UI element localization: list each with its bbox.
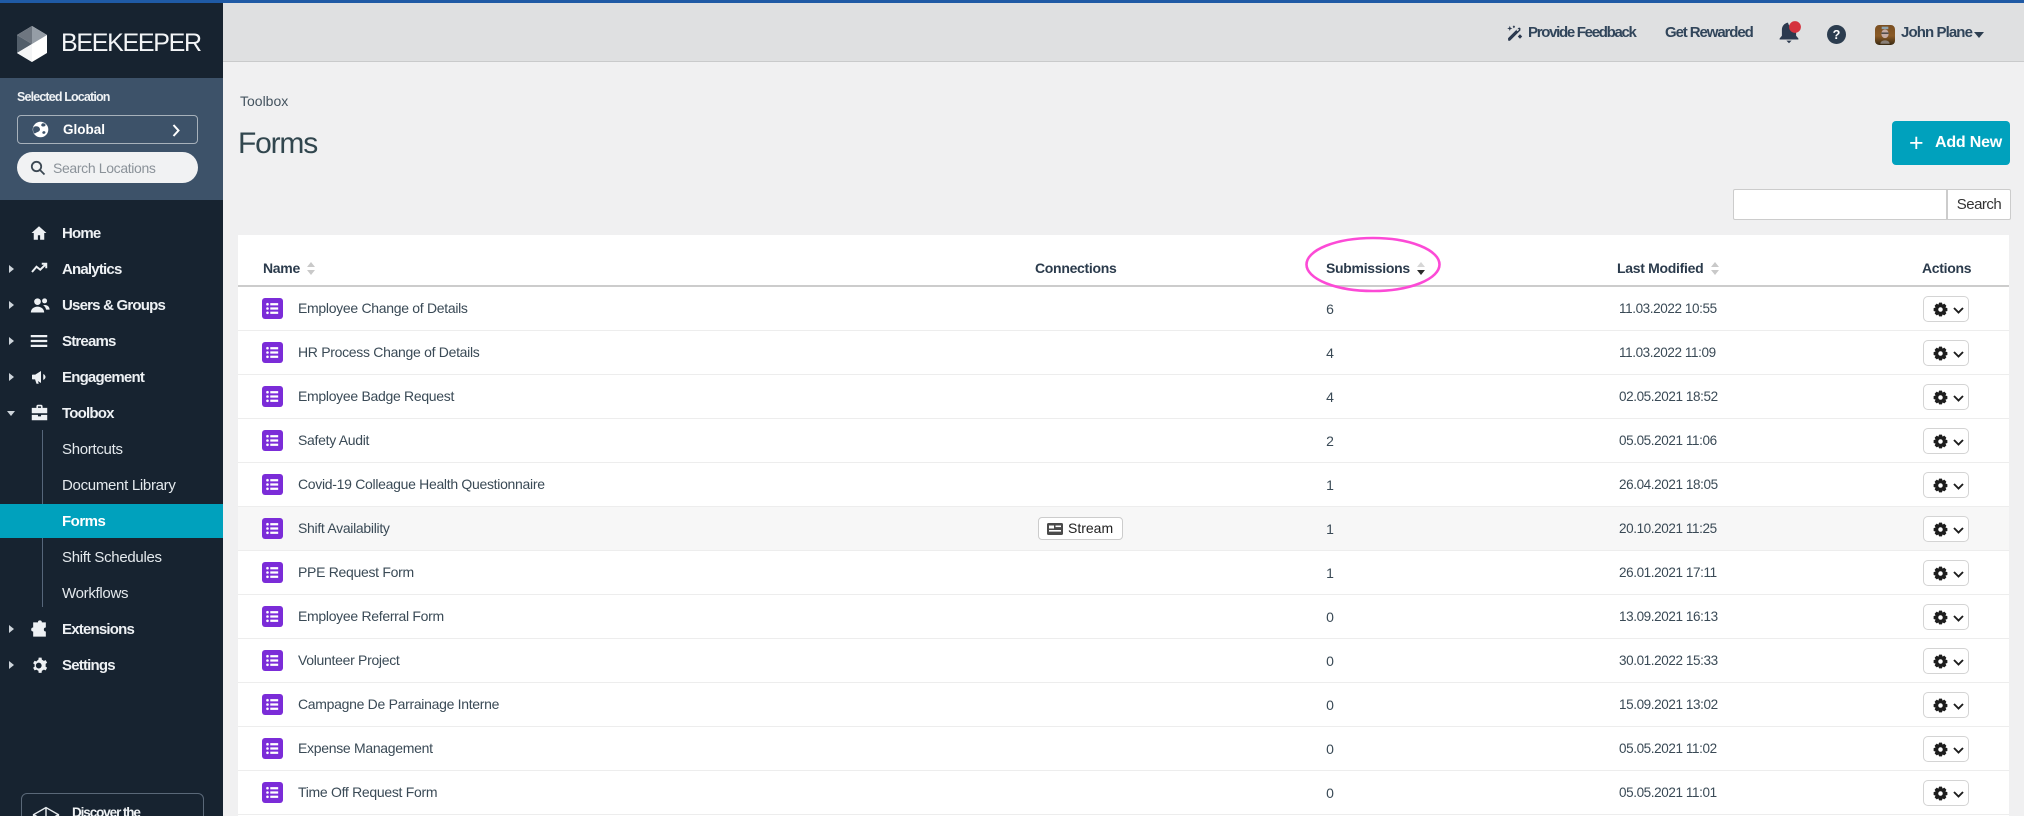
svg-text:?: ? [1833,28,1841,42]
